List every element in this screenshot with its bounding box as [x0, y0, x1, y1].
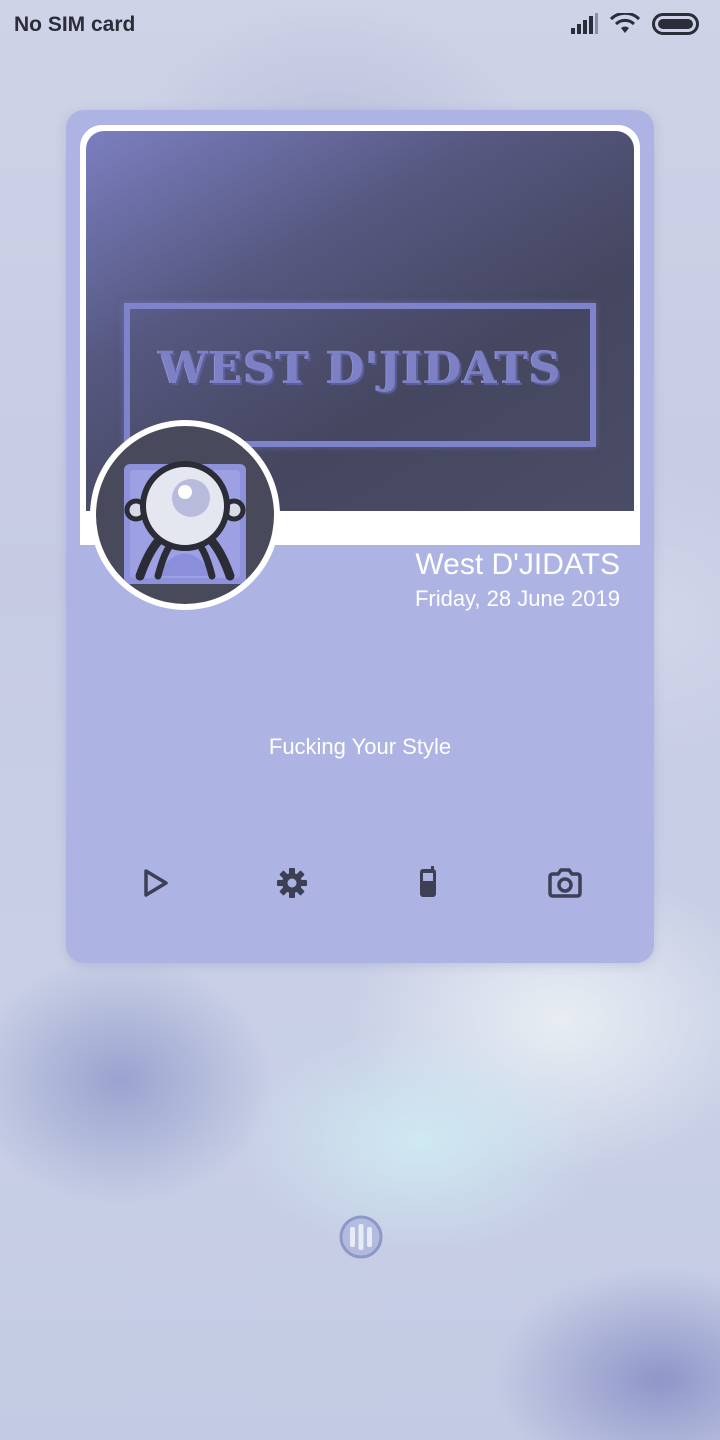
- carrier-label: No SIM card: [14, 13, 136, 36]
- signal-icon: [570, 12, 598, 40]
- play-button[interactable]: [134, 865, 178, 905]
- status-icons: [570, 11, 700, 41]
- battery-icon: [652, 12, 700, 41]
- gear-icon: [276, 867, 308, 904]
- phone-icon: [417, 865, 439, 905]
- play-icon: [141, 867, 171, 904]
- action-row: [66, 865, 654, 905]
- profile-date: Friday, 28 June 2019: [414, 586, 620, 611]
- camera-button[interactable]: [543, 865, 587, 905]
- avatar[interactable]: [90, 420, 280, 610]
- banner-logo-text: WEST D'JIDATS: [158, 343, 562, 394]
- avatar-image: [96, 426, 274, 604]
- wifi-icon: [609, 11, 641, 40]
- phone-button[interactable]: [406, 865, 450, 905]
- profile-name: West D'JIDATS: [415, 548, 620, 581]
- status-bar: No SIM card: [0, 0, 720, 54]
- profile-quote: Fucking Your Style: [268, 734, 452, 759]
- profile-card: WEST D'JIDATS West D'JIDATS Friday, 28 J…: [66, 110, 654, 963]
- app-logo-icon[interactable]: [338, 1214, 384, 1260]
- camera-icon: [547, 867, 583, 903]
- settings-button[interactable]: [270, 865, 314, 905]
